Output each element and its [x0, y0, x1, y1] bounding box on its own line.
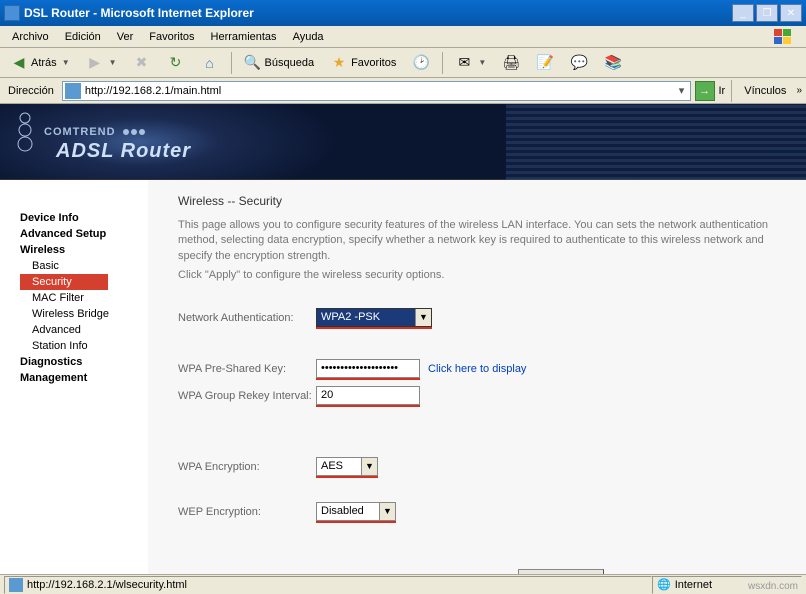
statusbar: http://192.168.2.1/wlsecurity.html 🌐 Int… — [0, 574, 806, 594]
stop-icon: ✖ — [133, 54, 151, 72]
browser-viewport: COMTREND ADSL Router Device Info Advance… — [0, 104, 806, 574]
psk-display-link[interactable]: Click here to display — [428, 363, 526, 375]
research-icon: 📚 — [604, 54, 622, 72]
window-title: DSL Router - Microsoft Internet Explorer — [24, 6, 732, 20]
page-icon — [65, 83, 81, 99]
panel-desc-1: This page allows you to configure securi… — [178, 218, 776, 264]
psk-label: WPA Pre-Shared Key: — [178, 363, 316, 375]
search-icon: 🔍 — [244, 54, 262, 72]
print-icon: 🖨 — [502, 54, 520, 72]
back-label: Atrás — [31, 57, 57, 69]
wep-enc-value: Disabled — [321, 505, 364, 517]
sidebar-sub-advanced[interactable]: Advanced — [8, 322, 148, 338]
address-label: Dirección — [4, 85, 58, 97]
refresh-icon: ↻ — [167, 54, 185, 72]
back-button[interactable]: ◀ Atrás ▼ — [4, 52, 76, 74]
router-banner: COMTREND ADSL Router — [0, 104, 806, 180]
address-dropdown[interactable]: ▾ — [674, 84, 690, 97]
go-label: Ir — [719, 85, 726, 97]
windows-logo-icon — [764, 27, 802, 47]
sidebar-sub-basic[interactable]: Basic — [8, 258, 148, 274]
sidebar-item-device-info[interactable]: Device Info — [8, 210, 148, 226]
home-icon: ⌂ — [201, 54, 219, 72]
history-icon: 🕑 — [412, 54, 430, 72]
wep-enc-label: WEP Encryption: — [178, 506, 316, 518]
chevron-down-icon: ▼ — [379, 503, 395, 520]
sidebar-sub-wireless-bridge[interactable]: Wireless Bridge — [8, 306, 148, 322]
sidebar-sub-station-info[interactable]: Station Info — [8, 338, 148, 354]
print-button[interactable]: 🖨 — [496, 52, 526, 74]
mail-button[interactable]: ✉▼ — [449, 52, 492, 74]
chevron-down-icon: ▼ — [361, 458, 377, 475]
menu-ver[interactable]: Ver — [109, 29, 142, 45]
forward-button[interactable]: ▶ ▼ — [80, 52, 123, 74]
wpa-enc-value: AES — [321, 460, 343, 472]
panel-desc-2: Click "Apply" to configure the wireless … — [178, 268, 776, 283]
stop-button[interactable]: ✖ — [127, 52, 157, 74]
menu-herramientas[interactable]: Herramientas — [203, 29, 285, 45]
sidebar-item-wireless[interactable]: Wireless — [8, 242, 148, 258]
save-apply-button[interactable]: Save/Apply — [518, 569, 604, 574]
star-icon: ★ — [330, 54, 348, 72]
home-button[interactable]: ⌂ — [195, 52, 225, 74]
close-button[interactable]: ✕ — [780, 4, 802, 22]
watermark: wsxdn.com — [748, 581, 798, 592]
chevron-down-icon: ▼ — [415, 309, 431, 326]
page-icon — [9, 578, 23, 592]
search-label: Búsqueda — [265, 57, 315, 69]
rekey-input[interactable] — [316, 386, 420, 405]
favorites-button[interactable]: ★ Favoritos — [324, 52, 402, 74]
mail-icon: ✉ — [455, 54, 473, 72]
wpa-enc-label: WPA Encryption: — [178, 461, 316, 473]
globe-icon: 🌐 — [657, 578, 671, 591]
toolbar: ◀ Atrás ▼ ▶ ▼ ✖ ↻ ⌂ 🔍 Búsqueda ★ Favorit… — [0, 48, 806, 78]
go-button[interactable]: → — [695, 81, 715, 101]
sidebar-item-diagnostics[interactable]: Diagnostics — [8, 354, 148, 370]
edit-button[interactable]: 📝 — [530, 52, 560, 74]
restore-button[interactable]: ❐ — [756, 4, 778, 22]
sidebar-item-management[interactable]: Management — [8, 370, 148, 386]
status-zone: Internet — [675, 579, 712, 591]
sidebar-item-advanced-setup[interactable]: Advanced Setup — [8, 226, 148, 242]
status-url-pane: http://192.168.2.1/wlsecurity.html — [4, 576, 652, 594]
status-url: http://192.168.2.1/wlsecurity.html — [27, 579, 187, 591]
sidebar-sub-mac-filter[interactable]: MAC Filter — [8, 290, 148, 306]
search-button[interactable]: 🔍 Búsqueda — [238, 52, 321, 74]
discuss-icon: 💬 — [570, 54, 588, 72]
discuss-button[interactable]: 💬 — [564, 52, 594, 74]
menu-edicion[interactable]: Edición — [57, 29, 109, 45]
panel-title: Wireless -- Security — [178, 194, 776, 208]
addressbar: Dirección ▾ → Ir Vínculos » — [0, 78, 806, 104]
links-label: Vínculos — [738, 85, 792, 97]
product-title: ADSL Router — [56, 140, 191, 163]
address-input[interactable] — [83, 85, 674, 97]
sidebar-sub-security[interactable]: Security — [20, 274, 108, 290]
menu-archivo[interactable]: Archivo — [4, 29, 57, 45]
menubar: Archivo Edición Ver Favoritos Herramient… — [0, 26, 806, 48]
window-titlebar: DSL Router - Microsoft Internet Explorer… — [0, 0, 806, 26]
refresh-button[interactable]: ↻ — [161, 52, 191, 74]
net-auth-select[interactable]: WPA2 -PSK ▼ — [316, 308, 432, 327]
app-icon — [4, 5, 20, 21]
wpa-enc-select[interactable]: AES ▼ — [316, 457, 378, 476]
minimize-button[interactable]: _ — [732, 4, 754, 22]
main-panel: Wireless -- Security This page allows yo… — [148, 180, 806, 574]
brand-name: COMTREND — [44, 126, 146, 138]
psk-input[interactable] — [316, 359, 420, 378]
back-icon: ◀ — [10, 54, 28, 72]
sidebar-nav: Device Info Advanced Setup Wireless Basi… — [0, 180, 148, 574]
address-input-wrap: ▾ — [62, 81, 691, 101]
wep-enc-select[interactable]: Disabled ▼ — [316, 502, 396, 521]
net-auth-value: WPA2 -PSK — [321, 311, 380, 323]
rekey-label: WPA Group Rekey Interval: — [178, 390, 316, 402]
menu-ayuda[interactable]: Ayuda — [285, 29, 332, 45]
history-button[interactable]: 🕑 — [406, 52, 436, 74]
favorites-label: Favoritos — [351, 57, 396, 69]
research-button[interactable]: 📚 — [598, 52, 628, 74]
forward-icon: ▶ — [86, 54, 104, 72]
logo-rings-icon — [10, 110, 40, 170]
net-auth-label: Network Authentication: — [178, 312, 316, 324]
menu-favoritos[interactable]: Favoritos — [141, 29, 202, 45]
edit-icon: 📝 — [536, 54, 554, 72]
